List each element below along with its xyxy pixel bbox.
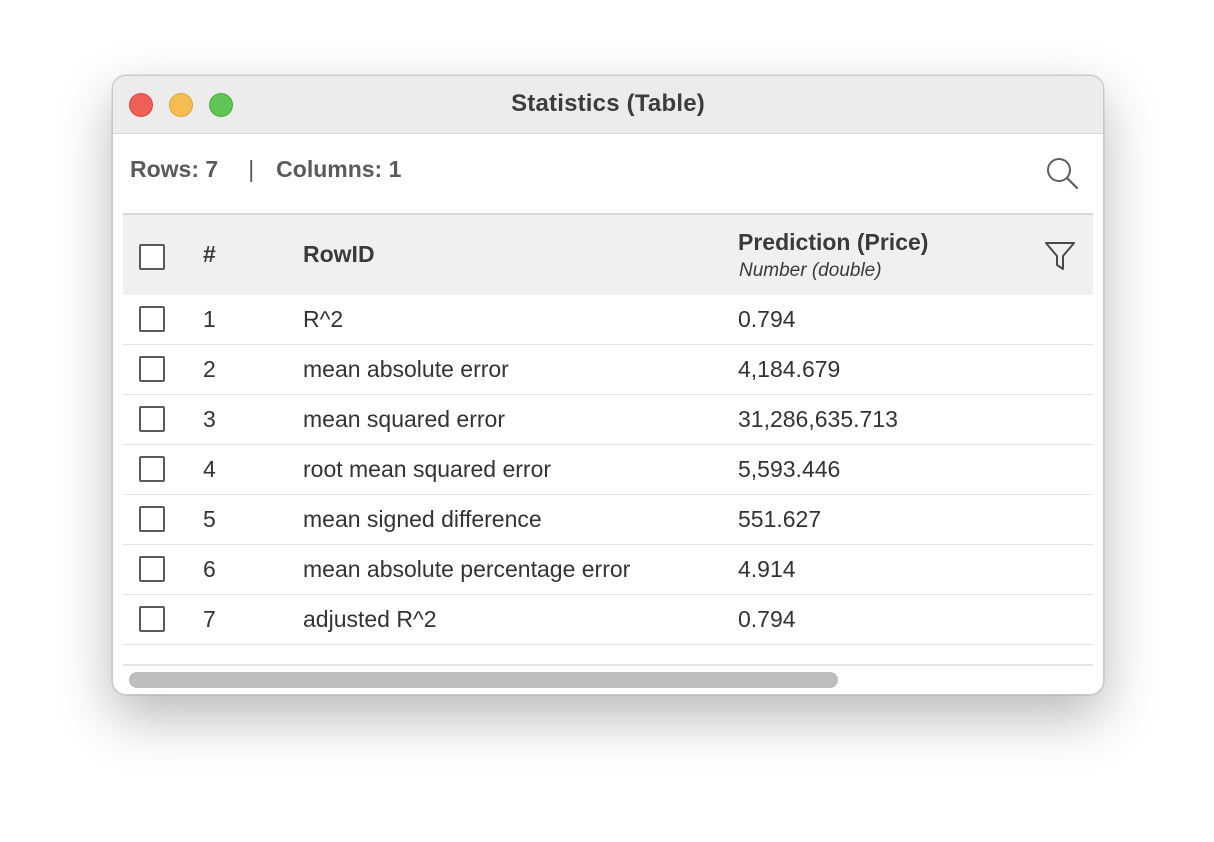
- row-id: adjusted R^2: [303, 606, 437, 632]
- row-checkbox[interactable]: [139, 506, 165, 532]
- header-rowid[interactable]: RowID: [303, 241, 375, 268]
- row-checkbox[interactable]: [139, 306, 165, 332]
- row-checkbox[interactable]: [139, 606, 165, 632]
- row-id: mean absolute error: [303, 356, 509, 382]
- row-value: 31,286,635.713: [738, 406, 898, 432]
- horizontal-scrollbar-track[interactable]: [123, 664, 1093, 666]
- info-separator: |: [248, 156, 255, 182]
- row-checkbox[interactable]: [139, 406, 165, 432]
- row-id: root mean squared error: [303, 456, 552, 482]
- row-id: R^2: [303, 306, 344, 332]
- data-table: # RowID Prediction (Price) Number (doubl…: [123, 213, 1093, 645]
- row-value: 0.794: [738, 306, 796, 332]
- columns-count: Columns: 1: [276, 156, 402, 182]
- horizontal-scrollbar-thumb[interactable]: [129, 672, 838, 688]
- select-all-checkbox[interactable]: [139, 244, 165, 270]
- row-value: 551.627: [738, 506, 822, 532]
- row-number: 4: [203, 456, 216, 482]
- table-row[interactable]: 2 mean absolute error 4,184.679: [123, 345, 1093, 395]
- header-row-number: #: [203, 241, 216, 267]
- row-id: mean signed difference: [303, 506, 542, 532]
- rows-count: Rows: 7: [130, 156, 219, 182]
- row-checkbox[interactable]: [139, 556, 165, 582]
- window-title: Statistics (Table): [511, 90, 705, 117]
- row-number: 3: [203, 406, 216, 432]
- header-column-type: Number (double): [739, 260, 882, 281]
- title-bar[interactable]: Statistics (Table): [113, 76, 1103, 134]
- header-prediction-price[interactable]: Prediction (Price): [738, 229, 928, 256]
- row-id: mean squared error: [303, 406, 505, 432]
- row-value: 4.914: [738, 556, 796, 582]
- table-info: Rows: 7 | Columns: 1: [130, 156, 401, 183]
- row-value: 0.794: [738, 606, 796, 632]
- table-row[interactable]: 7 adjusted R^2 0.794: [123, 595, 1093, 645]
- row-value: 4,184.679: [738, 356, 841, 382]
- row-number: 6: [203, 556, 216, 582]
- row-id: mean absolute percentage error: [303, 556, 631, 582]
- filter-icon[interactable]: [1043, 239, 1077, 273]
- table-header: # RowID Prediction (Price) Number (doubl…: [123, 213, 1093, 295]
- row-checkbox[interactable]: [139, 456, 165, 482]
- table-row[interactable]: 4 root mean squared error 5,593.446: [123, 445, 1093, 495]
- row-number: 1: [203, 306, 216, 332]
- table-row[interactable]: 6 mean absolute percentage error 4.914: [123, 545, 1093, 595]
- row-number: 5: [203, 506, 216, 532]
- table-row[interactable]: 3 mean squared error 31,286,635.713: [123, 395, 1093, 445]
- search-icon[interactable]: [1045, 156, 1079, 190]
- row-checkbox[interactable]: [139, 356, 165, 382]
- table-row[interactable]: 1 R^2 0.794: [123, 295, 1093, 345]
- row-number: 2: [203, 356, 216, 382]
- row-number: 7: [203, 606, 216, 632]
- statistics-window: Statistics (Table) Rows: 7 | Columns: 1 # …: [112, 75, 1104, 695]
- row-value: 5,593.446: [738, 456, 841, 482]
- table-row[interactable]: 5 mean signed difference 551.627: [123, 495, 1093, 545]
